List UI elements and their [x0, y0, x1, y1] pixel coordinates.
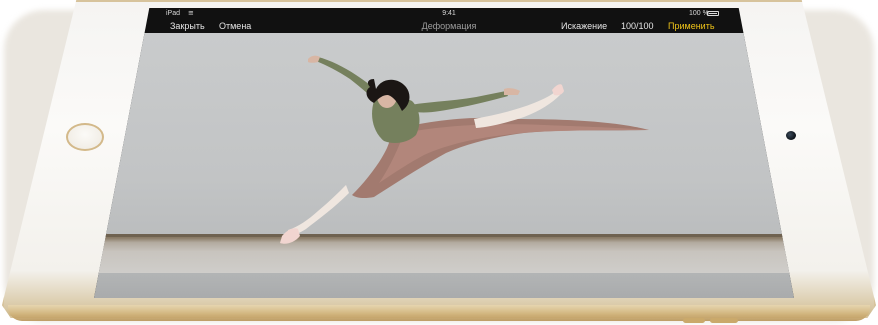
distortion-button[interactable]: Искажение	[561, 19, 607, 33]
battery-percent: 100 %	[689, 10, 709, 17]
wifi-icon: ≅	[188, 10, 194, 17]
battery-icon	[707, 11, 719, 16]
ipad-gold-edge	[8, 305, 870, 321]
dancer-arm-right	[410, 91, 508, 113]
front-camera	[786, 131, 796, 140]
dancer-hand-right	[504, 88, 520, 95]
cancel-button[interactable]: Отмена	[219, 19, 251, 33]
ipad-screen: iPad ≅ 9:41 100 % Закрыть Отмена Деформа…	[94, 8, 794, 298]
volume-button[interactable]	[710, 318, 738, 323]
dancer-skirt-fold	[379, 124, 649, 183]
toolbar-title: Деформация	[421, 21, 477, 31]
edit-toolbar: Закрыть Отмена Деформация Искажение 100/…	[94, 19, 794, 33]
dancer-shoe-front	[280, 228, 300, 244]
dancer-shoe-back	[552, 84, 564, 96]
status-bar: iPad ≅ 9:41 100 %	[94, 8, 794, 19]
distortion-level: 100/100	[621, 21, 654, 31]
home-button[interactable]	[66, 123, 104, 151]
volume-button[interactable]	[683, 318, 705, 323]
close-button[interactable]: Закрыть	[170, 19, 205, 33]
dancer-leg-front	[288, 185, 349, 236]
clock: 9:41	[442, 10, 456, 17]
apply-button[interactable]: Применить	[668, 19, 715, 33]
dancer-image	[280, 55, 649, 244]
carrier-label: iPad	[166, 10, 181, 17]
